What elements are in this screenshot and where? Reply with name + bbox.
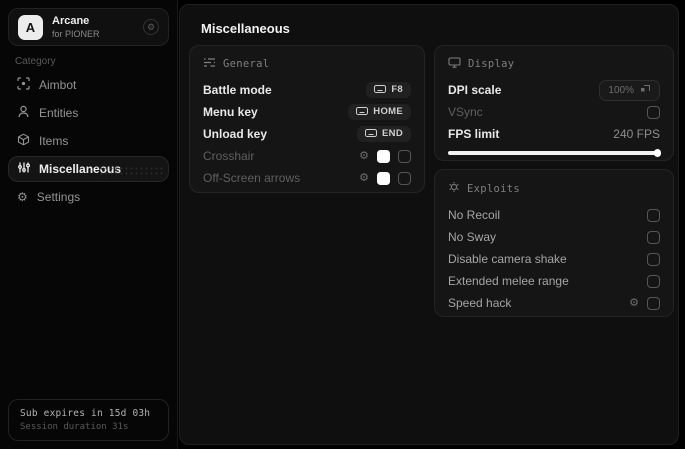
cube-icon xyxy=(17,133,30,149)
sliders-icon xyxy=(17,161,30,177)
keybind-unload-key[interactable]: END xyxy=(357,125,411,143)
setting-row-disable-camera-shake: Disable camera shake xyxy=(448,252,660,266)
setting-row-no-sway: No Sway xyxy=(448,230,660,244)
setting-label: Battle mode xyxy=(203,83,272,97)
sidebar-item-entities[interactable]: Entities xyxy=(8,100,169,126)
setting-row-extended-melee-range: Extended melee range xyxy=(448,274,660,288)
section-title: Display xyxy=(468,58,515,70)
gear-icon[interactable]: ⚙ xyxy=(629,297,639,309)
general-section-header: General xyxy=(203,57,411,71)
setting-label: Extended melee range xyxy=(448,274,569,288)
keyboard-icon xyxy=(365,128,378,140)
setting-label: Disable camera shake xyxy=(448,252,567,266)
setting-label: Menu key xyxy=(203,105,258,119)
app-name: Arcane xyxy=(52,14,90,27)
speed-hack-checkbox[interactable] xyxy=(647,296,660,310)
setting-label: Speed hack xyxy=(448,296,512,310)
gear-icon: ⚙ xyxy=(17,190,28,204)
general-card: General Battle mode F8 Menu key HOME Unl… xyxy=(189,45,425,193)
display-card: Display DPI scale 100% VSync FPS limit 2… xyxy=(434,45,674,161)
sidebar-item-label: Aimbot xyxy=(39,78,77,92)
category-label: Category xyxy=(15,56,56,67)
bug-icon xyxy=(448,181,460,196)
sidebar-item-label: Items xyxy=(39,134,69,148)
page-title: Miscellaneous xyxy=(201,21,290,36)
session-duration-text: Session duration 31s xyxy=(20,422,129,432)
sidebar-item-label: Settings xyxy=(36,190,81,204)
sidebar-item-settings[interactable]: ⚙ Settings xyxy=(8,184,169,210)
setting-row-vsync: VSync xyxy=(448,105,660,119)
setting-label: Unload key xyxy=(203,127,268,141)
subscription-status-card: Sub expires in 15d 03h Session duration … xyxy=(8,399,169,441)
setting-label: FPS limit xyxy=(448,127,500,141)
monitor-icon xyxy=(448,57,461,71)
setting-label: DPI scale xyxy=(448,83,502,97)
offscreen-controls: ⚙ xyxy=(359,171,411,185)
account-settings-icon[interactable]: ⚙ xyxy=(143,19,159,35)
setting-label: No Recoil xyxy=(448,208,501,222)
slider-track xyxy=(448,151,660,155)
setting-row-crosshair: Crosshair ⚙ xyxy=(203,149,411,163)
setting-label: Crosshair xyxy=(203,149,255,163)
crosshair-scan-icon xyxy=(17,77,30,93)
list-settings-icon xyxy=(203,57,216,71)
section-title: General xyxy=(223,58,270,70)
dpi-scale-select[interactable]: 100% xyxy=(599,79,660,101)
keyboard-icon xyxy=(374,84,387,96)
camera-shake-checkbox[interactable] xyxy=(647,252,660,266)
section-title: Exploits xyxy=(467,182,520,195)
fps-limit-value: 240 FPS xyxy=(613,127,660,141)
setting-row-speed-hack: Speed hack ⚙ xyxy=(448,296,660,310)
app-logo: A xyxy=(18,14,43,40)
sidebar-item-miscellaneous[interactable]: Miscellaneous xyxy=(8,156,169,182)
app-header: A Arcane for PIONER ⚙ xyxy=(8,8,169,46)
setting-row-offscreen-arrows: Off-Screen arrows ⚙ xyxy=(203,171,411,185)
setting-label: Off-Screen arrows xyxy=(203,171,301,185)
crosshair-color-swatch[interactable] xyxy=(377,149,390,163)
setting-row-no-recoil: No Recoil xyxy=(448,208,660,222)
setting-label: No Sway xyxy=(448,230,497,244)
setting-row-menu-key: Menu key HOME xyxy=(203,103,411,121)
app-title-block: Arcane for PIONER xyxy=(52,15,100,40)
sidebar-item-label: Entities xyxy=(39,106,79,120)
keybind-value: HOME xyxy=(373,106,403,118)
exploits-section-header: Exploits xyxy=(448,181,660,196)
offscreen-color-swatch[interactable] xyxy=(377,171,390,185)
sub-expires-text: Sub expires in 15d 03h xyxy=(20,408,151,419)
setting-row-unload-key: Unload key END xyxy=(203,125,411,143)
vsync-checkbox[interactable] xyxy=(647,105,660,119)
speed-hack-controls: ⚙ xyxy=(629,296,660,310)
sidebar-item-label: Miscellaneous xyxy=(39,162,122,176)
crosshair-controls: ⚙ xyxy=(359,149,411,163)
keybind-menu-key[interactable]: HOME xyxy=(348,103,411,121)
sidebar-item-aimbot[interactable]: Aimbot xyxy=(8,72,169,98)
gear-icon[interactable]: ⚙ xyxy=(359,172,369,184)
keyboard-icon xyxy=(356,106,369,118)
display-section-header: Display xyxy=(448,57,660,71)
crosshair-checkbox[interactable] xyxy=(398,149,411,163)
scale-icon xyxy=(640,84,651,97)
exploits-card: Exploits No Recoil No Sway Disable camer… xyxy=(434,169,674,317)
sidebar-item-items[interactable]: Items xyxy=(8,128,169,154)
gear-icon[interactable]: ⚙ xyxy=(359,150,369,162)
melee-range-checkbox[interactable] xyxy=(647,274,660,288)
keybind-value: END xyxy=(382,128,403,140)
setting-row-battle-mode: Battle mode F8 xyxy=(203,81,411,99)
no-sway-checkbox[interactable] xyxy=(647,230,660,244)
offscreen-checkbox[interactable] xyxy=(398,171,411,185)
slider-knob[interactable] xyxy=(653,149,661,157)
main-panel: Miscellaneous General Battle mode F8 Men… xyxy=(179,4,679,445)
keybind-battle-mode[interactable]: F8 xyxy=(366,81,411,99)
setting-label: VSync xyxy=(448,105,483,119)
no-recoil-checkbox[interactable] xyxy=(647,208,660,222)
sidebar-nav: Aimbot Entities Items Miscellaneous ⚙ Se… xyxy=(8,72,169,212)
keybind-value: F8 xyxy=(391,84,403,96)
dpi-scale-value: 100% xyxy=(608,84,634,96)
app-subtitle: for PIONER xyxy=(52,28,100,39)
entities-icon xyxy=(17,105,30,121)
setting-row-dpi-scale: DPI scale 100% xyxy=(448,79,660,101)
setting-row-fps-limit: FPS limit 240 FPS xyxy=(448,127,660,141)
sidebar: A Arcane for PIONER ⚙ Category Aimbot En… xyxy=(0,0,178,449)
